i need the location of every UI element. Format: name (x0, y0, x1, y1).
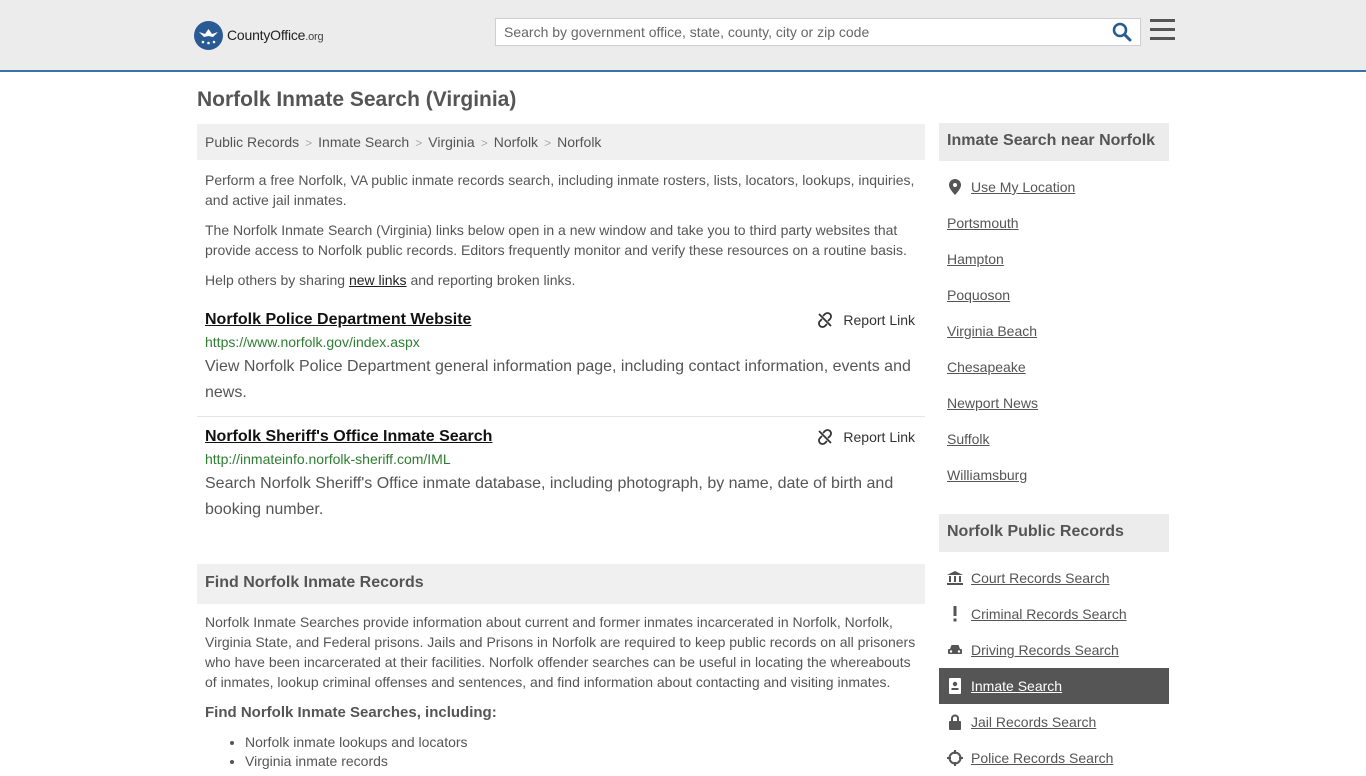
nearby-link-williamsburg[interactable]: Williamsburg (947, 467, 1027, 483)
breadcrumb-norfolk-city[interactable]: Norfolk (557, 134, 601, 150)
find-searches-subheading: Find Norfolk Inmate Searches, including: (205, 704, 497, 721)
lock-icon (947, 714, 963, 730)
sidebar-item-jail-records[interactable]: Jail Records Search (939, 704, 1169, 740)
broken-link-icon (818, 429, 833, 445)
chevron-right-icon: > (415, 136, 423, 150)
resource-description: View Norfolk Police Department general i… (205, 358, 911, 401)
courthouse-icon (947, 570, 963, 586)
list-item: Virginia inmate records (245, 752, 468, 771)
id-card-icon (947, 678, 963, 694)
resource-link-entry: Norfolk Sheriff's Office Inmate Search R… (197, 428, 925, 528)
nearby-heading: Inmate Search near Norfolk (939, 123, 1169, 161)
list-item: Norfolk inmate lookups and locators (245, 733, 468, 752)
intro-paragraph-2: The Norfolk Inmate Search (Virginia) lin… (205, 222, 907, 258)
nearby-link-virginia-beach[interactable]: Virginia Beach (947, 323, 1037, 339)
resource-link-title[interactable]: Norfolk Police Department Website (205, 311, 471, 329)
search-box (495, 18, 1141, 46)
sidebar-item-inmate-search[interactable]: Inmate Search (939, 668, 1169, 704)
chevron-right-icon: > (305, 136, 313, 150)
map-pin-icon (947, 179, 963, 195)
sidebar-item-label: Criminal Records Search (971, 606, 1127, 622)
find-records-heading: Find Norfolk Inmate Records (197, 564, 925, 604)
broken-link-icon (818, 312, 833, 328)
chevron-right-icon: > (544, 136, 552, 150)
crosshair-icon (947, 750, 963, 766)
resource-link-entry: Norfolk Police Department Website Report… (197, 311, 925, 411)
logo-name: CountyOffice (227, 27, 306, 43)
page-title: Norfolk Inmate Search (Virginia) (197, 88, 517, 111)
sidebar-item-criminal-records[interactable]: Criminal Records Search (939, 596, 1169, 632)
nearby-link-newport-news[interactable]: Newport News (947, 395, 1038, 411)
logo-text: CountyOffice.org (227, 27, 324, 43)
breadcrumb: Public Records > Inmate Search > Virginia > No… (197, 124, 925, 160)
sidebar-item-label: Driving Records Search (971, 642, 1119, 658)
new-links-link[interactable]: new links (349, 272, 407, 288)
breadcrumb-inmate-search[interactable]: Inmate Search (318, 134, 409, 150)
exclamation-icon (947, 606, 963, 622)
sidebar-item-label: Jail Records Search (971, 714, 1097, 730)
resource-url: http://inmateinfo.norfolk-sheriff.com/IM… (205, 451, 451, 467)
resource-url: https://www.norfolk.gov/index.aspx (205, 334, 420, 350)
nearby-link-chesapeake[interactable]: Chesapeake (947, 359, 1026, 375)
report-link-label: Report Link (843, 429, 915, 445)
nearby-link-poquoson[interactable]: Poquoson (947, 287, 1010, 303)
breadcrumb-public-records[interactable]: Public Records (205, 134, 299, 150)
breadcrumb-virginia[interactable]: Virginia (428, 134, 474, 150)
top-header: CountyOffice.org (0, 0, 1366, 72)
find-searches-list: Norfolk inmate lookups and locators Virg… (245, 733, 468, 771)
nearby-link-suffolk[interactable]: Suffolk (947, 431, 990, 447)
intro-paragraph-3: Help others by sharing new links and rep… (205, 270, 917, 290)
intro-text-after: and reporting broken links. (406, 272, 576, 288)
sidebar-item-court-records[interactable]: Court Records Search (939, 560, 1169, 596)
nearby-link-portsmouth[interactable]: Portsmouth (947, 215, 1019, 231)
sidebar-item-label: Court Records Search (971, 570, 1110, 586)
divider (197, 416, 925, 417)
sidebar-item-driving-records[interactable]: Driving Records Search (939, 632, 1169, 668)
report-link-button[interactable]: Report Link (817, 312, 915, 328)
report-link-label: Report Link (843, 312, 915, 328)
site-logo[interactable]: CountyOffice.org (194, 20, 324, 50)
search-icon[interactable] (1112, 22, 1134, 44)
search-input[interactable] (496, 19, 1096, 45)
car-icon (947, 642, 963, 658)
resource-link-title[interactable]: Norfolk Sheriff's Office Inmate Search (205, 428, 492, 446)
logo-eagle-icon (194, 20, 223, 50)
intro-paragraph-1: Perform a free Norfolk, VA public inmate… (205, 172, 915, 208)
report-link-button[interactable]: Report Link (817, 429, 915, 445)
breadcrumb-norfolk-county[interactable]: Norfolk (494, 134, 538, 150)
nearby-link-hampton[interactable]: Hampton (947, 251, 1004, 267)
use-my-location-link[interactable]: Use My Location (939, 169, 1169, 205)
resource-description: Search Norfolk Sheriff's Office inmate d… (205, 475, 894, 518)
logo-tld: .org (305, 31, 324, 43)
chevron-right-icon: > (480, 136, 488, 150)
sidebar-item-label: Police Records Search (971, 750, 1114, 766)
sidebar-item-police-records[interactable]: Police Records Search (939, 740, 1169, 776)
public-records-heading: Norfolk Public Records (939, 514, 1169, 552)
sidebar-item-label: Inmate Search (971, 678, 1063, 694)
use-my-location-label: Use My Location (971, 179, 1076, 195)
find-records-body: Norfolk Inmate Searches provide informat… (205, 614, 916, 690)
intro-text-before: Help others by sharing (205, 272, 349, 288)
hamburger-menu-icon[interactable] (1150, 19, 1175, 41)
